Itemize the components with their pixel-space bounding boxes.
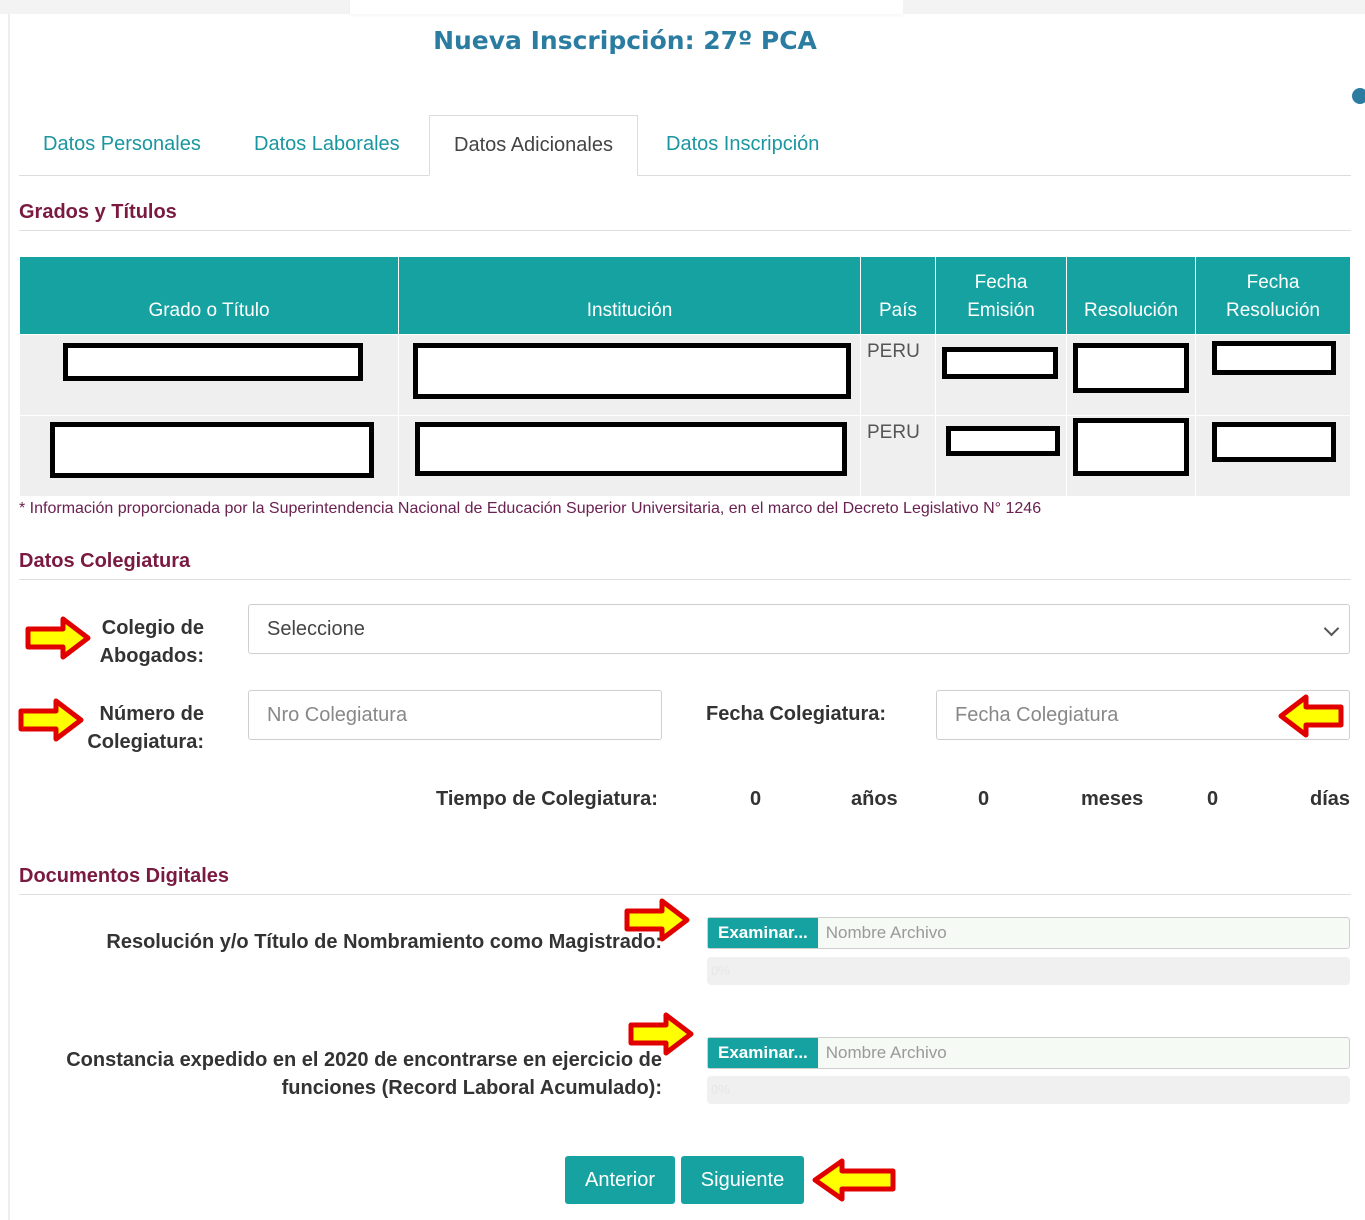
dias-value: 0 — [1207, 788, 1219, 810]
arrow-left-icon — [812, 1158, 896, 1202]
redacted-box — [1212, 422, 1336, 462]
tab-datos-inscripcion[interactable]: Datos Inscripción — [642, 115, 843, 174]
top-bar — [350, 0, 903, 14]
pais-cell: PERU — [860, 415, 936, 497]
col-pais: País — [860, 256, 936, 335]
arrow-right-icon — [628, 1012, 694, 1056]
meses-value: 0 — [978, 788, 990, 810]
redacted-box — [415, 422, 847, 476]
arrow-right-icon — [25, 616, 91, 660]
pais-cell: PERU — [860, 334, 936, 416]
colegio-select[interactable]: Seleccione — [248, 604, 1350, 654]
redacted-box — [946, 426, 1060, 456]
meses-unit: meses — [1081, 788, 1144, 810]
redacted-box — [1073, 418, 1189, 476]
circle-icon[interactable] — [1352, 88, 1365, 104]
fecha-colegiatura-label: Fecha Colegiatura: — [706, 703, 887, 725]
sunedu-note: * Información proporcionada por la Super… — [19, 500, 1042, 517]
redacted-box — [1073, 343, 1189, 393]
tab-datos-adicionales[interactable]: Datos Adicionales — [429, 115, 638, 176]
anios-value: 0 — [750, 788, 762, 810]
redacted-box — [1212, 341, 1336, 375]
redacted-box — [50, 422, 374, 478]
doc2-label: Constancia expedido en el 2020 de encont… — [66, 1049, 662, 1099]
arrow-left-icon — [1278, 694, 1344, 738]
top-shade-left — [0, 0, 350, 14]
top-shade-right — [903, 0, 1365, 14]
anios-unit: años — [851, 788, 898, 810]
tiempo-label: Tiempo de Colegiatura: — [436, 788, 658, 810]
doc1-file-input[interactable]: Examinar... Nombre Archivo — [707, 917, 1350, 949]
doc2-progress-bar: 0% — [707, 1076, 1350, 1104]
table-row: PERU — [19, 415, 1351, 497]
col-fecha-resolucion: Fecha Resolución — [1195, 256, 1351, 335]
col-fecha-emision: Fecha Emisión — [935, 256, 1067, 335]
left-border — [8, 14, 10, 1220]
doc2-browse-button[interactable]: Examinar... — [708, 1038, 818, 1068]
arrow-right-icon — [18, 698, 84, 742]
redacted-box — [942, 347, 1058, 379]
siguiente-button[interactable]: Siguiente — [681, 1156, 804, 1204]
numero-colegiatura-input[interactable]: Nro Colegiatura — [248, 690, 662, 740]
grados-table: Grado o Título Institución País Fecha Emi… — [19, 256, 1351, 497]
doc2-file-name: Nombre Archivo — [825, 1043, 947, 1062]
chevron-down-icon — [1323, 620, 1340, 637]
page-title: Nueva Inscripción: 27º PCA — [433, 26, 817, 55]
redacted-box — [63, 343, 363, 381]
redacted-box — [413, 343, 851, 399]
doc1-progress-bar: 0% — [707, 957, 1350, 985]
section-documentos-digitales: Documentos Digitales — [19, 865, 1351, 895]
doc1-browse-button[interactable]: Examinar... — [708, 918, 818, 948]
anterior-button[interactable]: Anterior — [565, 1156, 675, 1204]
col-resolucion: Resolución — [1066, 256, 1196, 335]
col-institucion: Institución — [398, 256, 861, 335]
doc1-label: Resolución y/o Título de Nombramiento co… — [106, 931, 662, 953]
table-row: PERU — [19, 334, 1351, 416]
section-datos-colegiatura: Datos Colegiatura — [19, 550, 1351, 580]
col-grado: Grado o Título — [19, 256, 399, 335]
dias-unit: días — [1310, 788, 1351, 810]
tab-datos-laborales[interactable]: Datos Laborales — [230, 115, 424, 174]
doc1-file-name: Nombre Archivo — [825, 923, 947, 942]
arrow-right-icon — [624, 898, 690, 942]
doc2-file-input[interactable]: Examinar... Nombre Archivo — [707, 1037, 1350, 1069]
tab-datos-personales[interactable]: Datos Personales — [19, 115, 225, 174]
tab-bar: Datos Personales Datos Laborales Datos A… — [19, 115, 1351, 176]
section-grados-titulos: Grados y Títulos — [19, 201, 1351, 231]
